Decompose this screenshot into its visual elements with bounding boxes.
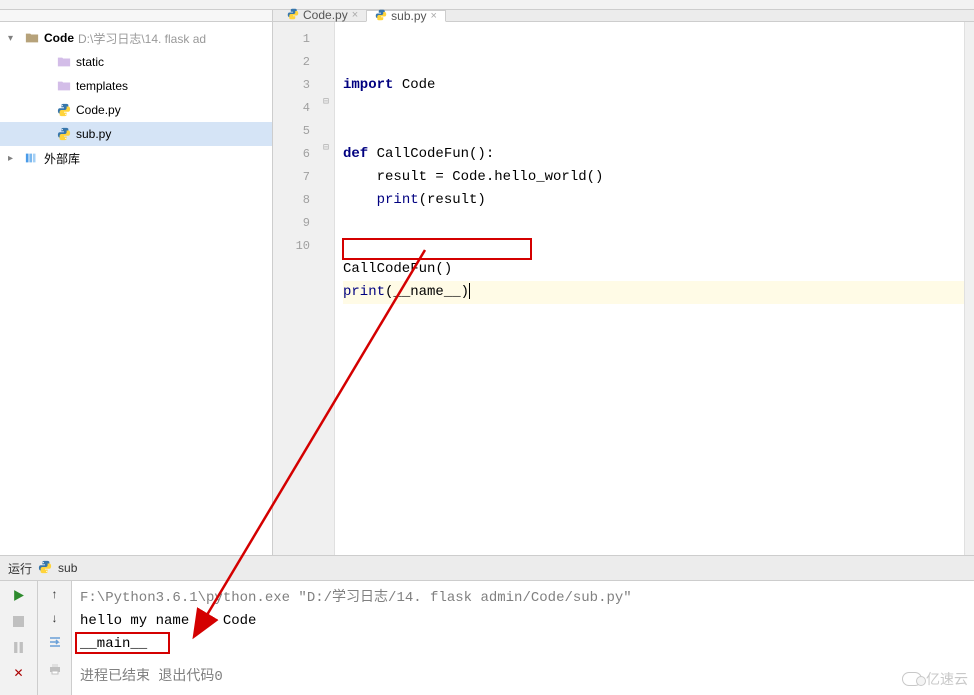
- editor-gutter: 12345678910⊟⊟: [273, 22, 335, 555]
- annotation-box-editor: [342, 238, 532, 260]
- up-arrow-icon[interactable]: ↑: [52, 587, 58, 601]
- close-button[interactable]: ✕: [11, 665, 27, 681]
- code-line-9[interactable]: CallCodeFun(): [343, 258, 966, 281]
- chevron-right-icon[interactable]: ▸: [8, 153, 20, 164]
- folder-icon: [56, 78, 72, 94]
- tree-item-label: templates: [76, 79, 128, 93]
- editor-body[interactable]: 12345678910⊟⊟ import Codedef CallCodeFun…: [273, 22, 974, 555]
- editor-tabs: Code.py × sub.py ×: [273, 10, 974, 22]
- project-sidebar: ▾ Code D:\学习日志\14. flask ad static templa…: [0, 10, 273, 555]
- tree-label: 外部库: [44, 150, 80, 167]
- console-status: 进程已结束 退出代码0: [80, 666, 966, 689]
- tree-item-Code-py[interactable]: Code.py: [0, 98, 272, 122]
- wrap-icon[interactable]: [48, 635, 62, 652]
- tree-item-label: static: [76, 55, 104, 69]
- stop-button[interactable]: [11, 613, 27, 629]
- console-line: hello my name is Code: [80, 610, 966, 633]
- chevron-down-icon[interactable]: ▾: [8, 33, 20, 44]
- watermark-logo-icon: [902, 672, 922, 686]
- fold-icon[interactable]: ⊟: [320, 96, 332, 108]
- code-line-7[interactable]: [343, 212, 966, 235]
- editor-area: Code.py×sub.py× 12345678910⊟⊟ import Cod…: [273, 10, 974, 555]
- tab-label: sub.py: [391, 9, 426, 23]
- error-stripe: [964, 22, 974, 555]
- run-toolbar-nav: ↑ ↓: [38, 581, 72, 695]
- tree-root[interactable]: ▾ Code D:\学习日志\14. flask ad: [0, 26, 272, 50]
- fold-icon[interactable]: ⊟: [320, 142, 332, 154]
- annotation-box-console: [75, 632, 170, 654]
- tab-sub-py[interactable]: sub.py ×: [366, 10, 446, 22]
- close-icon[interactable]: ×: [431, 10, 437, 22]
- code-line-2[interactable]: [343, 97, 966, 120]
- run-tool-header[interactable]: 运行 sub: [0, 555, 974, 581]
- tab-label: Code.py: [303, 8, 348, 22]
- tree-root-path: D:\学习日志\14. flask ad: [78, 30, 206, 47]
- print-icon[interactable]: [48, 662, 62, 679]
- watermark: 亿速云: [902, 669, 968, 689]
- tree-item-static[interactable]: static: [0, 50, 272, 74]
- sidebar-header: [0, 10, 272, 22]
- code-line-10[interactable]: print(__name__): [343, 281, 966, 304]
- run-toolbar-left: ✕: [0, 581, 38, 695]
- code-line-3[interactable]: [343, 120, 966, 143]
- close-icon[interactable]: ×: [352, 9, 358, 21]
- tab-Code-py[interactable]: Code.py ×: [279, 9, 366, 21]
- console-cmd: F:\Python3.6.1\python.exe "D:/学习日志/14. f…: [80, 587, 966, 610]
- code-line-6[interactable]: print(result): [343, 189, 966, 212]
- console-output[interactable]: F:\Python3.6.1\python.exe "D:/学习日志/14. f…: [72, 581, 974, 695]
- run-label: 运行: [8, 560, 32, 577]
- pause-button[interactable]: [11, 639, 27, 655]
- tree-item-label: sub.py: [76, 127, 111, 141]
- code-content[interactable]: import Code def CallCodeFun(): result = C…: [335, 22, 974, 555]
- run-button[interactable]: [11, 587, 27, 603]
- library-icon: [24, 150, 40, 166]
- code-line-5[interactable]: result = Code.hello_world(): [343, 166, 966, 189]
- folder-icon: [56, 54, 72, 70]
- python-icon: [38, 560, 52, 577]
- python-file-icon: [56, 102, 72, 118]
- tree-external-libs[interactable]: ▸ 外部库: [0, 146, 272, 170]
- run-config-name: sub: [58, 561, 77, 575]
- python-file-icon: [287, 8, 299, 23]
- project-tree[interactable]: ▾ Code D:\学习日志\14. flask ad static templa…: [0, 22, 272, 555]
- code-line-4[interactable]: def CallCodeFun():: [343, 143, 966, 166]
- watermark-text: 亿速云: [926, 669, 968, 689]
- tree-item-templates[interactable]: templates: [0, 74, 272, 98]
- tree-item-label: Code.py: [76, 103, 121, 117]
- tree-item-sub-py[interactable]: sub.py: [0, 122, 272, 146]
- run-tool-window: ✕ ↑ ↓ F:\Python3.6.1\python.exe "D:/学习日志…: [0, 581, 974, 695]
- code-line-1[interactable]: import Code: [343, 74, 966, 97]
- folder-icon: [24, 30, 40, 46]
- top-toolbar: [0, 0, 974, 10]
- python-file-icon: [56, 126, 72, 142]
- tree-root-name: Code: [44, 31, 74, 45]
- down-arrow-icon[interactable]: ↓: [52, 611, 58, 625]
